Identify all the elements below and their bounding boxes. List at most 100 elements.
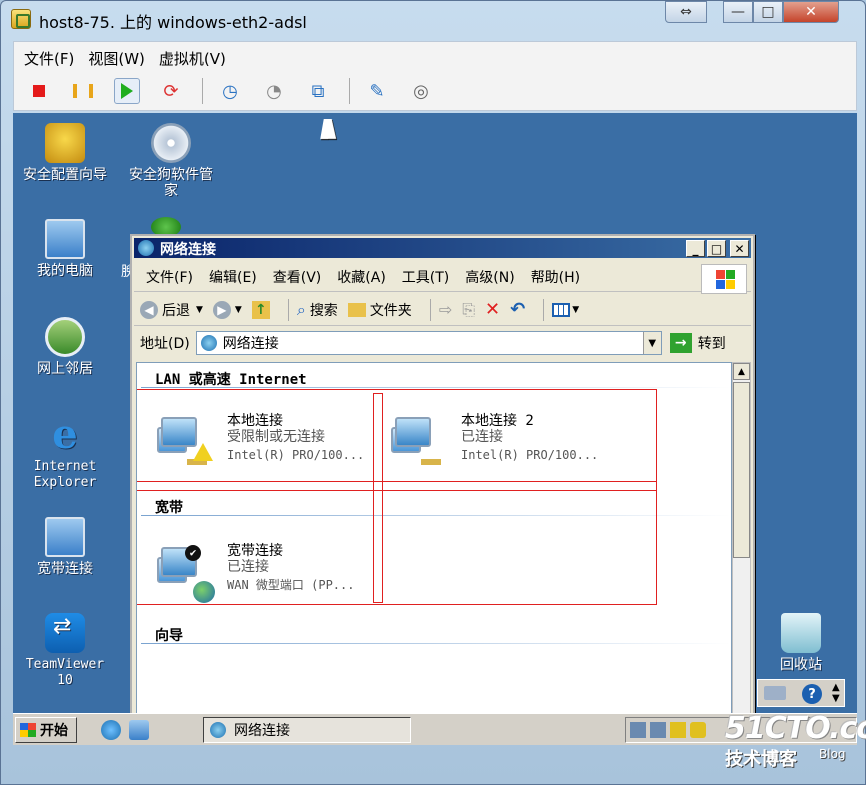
address-value: 网络连接 [222, 336, 279, 352]
safedog-cd-icon [151, 123, 191, 163]
keyboard-icon[interactable] [764, 686, 786, 700]
back-button[interactable]: ◀ 后退 ▼ [140, 300, 203, 320]
taskbar-item-network-connections[interactable]: 网络连接 [203, 717, 411, 743]
forward-button[interactable]: ▶ ▼ [212, 300, 242, 319]
desktop-icon-my-computer[interactable]: 我的电脑 [15, 219, 115, 279]
snapshot-icon[interactable]: ◷ [217, 78, 243, 104]
tray-network-icon[interactable] [630, 722, 646, 738]
scroll-up-icon[interactable]: ▲ [733, 363, 750, 380]
start-button[interactable]: 开始 [15, 717, 77, 743]
vsphere-app-icon [11, 9, 31, 29]
back-label: 后退 [162, 302, 190, 319]
undo-icon: ↶ [510, 299, 526, 320]
power-on-icon[interactable] [114, 78, 140, 104]
ie-icon: e [52, 411, 78, 458]
toolbar-separator [287, 298, 289, 321]
menu-vm[interactable]: 虚拟机(V) [159, 48, 226, 69]
folders-button[interactable]: 文件夹 [347, 300, 412, 320]
watermark-sub: 技术博客 [725, 749, 797, 770]
menu-file[interactable]: 文件(F) [24, 48, 74, 69]
guest-desktop: 安全配置向导 安全狗软件管家 我的电脑 腴 网上邻居 e Internet Ex… [13, 113, 857, 713]
help-icon[interactable]: ? [802, 684, 822, 704]
tray-network-icon[interactable] [650, 722, 666, 738]
go-arrow-icon: → [669, 333, 692, 353]
scroll-thumb[interactable] [733, 382, 750, 558]
broadband-icon [45, 517, 85, 557]
revert-snapshot-icon[interactable]: ◔ [261, 78, 287, 104]
network-connections-icon [138, 240, 154, 256]
host-menubar: 文件(F) 视图(W) 虚拟机(V) ⟳ ◷ ◔ ⧉ ✎ ◎ [13, 41, 857, 111]
menu-advanced[interactable]: 高级(N) [465, 267, 514, 287]
window-titlebar[interactable]: 网络连接 _ □ ✕ [134, 238, 751, 258]
address-input[interactable]: 网络连接 ▼ [195, 331, 662, 355]
vm-settings-icon[interactable]: ✎ [364, 78, 390, 104]
address-dropdown-chevron-down-icon[interactable]: ▼ [642, 332, 661, 354]
close-button[interactable]: ✕ [730, 240, 749, 257]
search-button[interactable]: ⌕ 搜索 [297, 300, 338, 320]
up-folder-button[interactable]: ↑ [251, 300, 270, 319]
chevron-down-icon[interactable]: ▼ [572, 305, 579, 315]
security-wizard-icon [45, 123, 85, 163]
power-off-icon[interactable] [26, 78, 52, 104]
quicklaunch-ie-icon[interactable] [101, 720, 121, 740]
reset-icon[interactable]: ⟳ [158, 78, 184, 104]
views-button[interactable]: ▼ [552, 302, 579, 317]
cd-connect-icon[interactable]: ◎ [408, 78, 434, 104]
folder-icon [347, 302, 366, 317]
views-icon [552, 302, 571, 317]
vertical-scrollbar[interactable]: ▲ ▼ [732, 362, 751, 713]
snapshot-manager-icon[interactable]: ⧉ [305, 78, 331, 104]
go-button[interactable]: → 转到 [669, 333, 726, 353]
tray-shield-icon[interactable] [690, 722, 706, 738]
desktop-icon-broadband[interactable]: 宽带连接 [15, 517, 115, 577]
desktop-icon-safedog[interactable]: 安全狗软件管家 [121, 123, 221, 199]
menu-view[interactable]: 查看(V) [273, 267, 322, 287]
menu-tools[interactable]: 工具(T) [402, 267, 449, 287]
desktop-icon-label: 安全狗软件管家 [129, 167, 213, 199]
watermark-blog: Blog [819, 747, 846, 761]
copy-to-button[interactable]: ⎘ [462, 300, 475, 320]
forward-arrow-icon: ▶ [212, 300, 231, 319]
desktop-icon-recycle-bin[interactable]: 回收站 [751, 613, 851, 673]
network-places-icon [45, 317, 85, 357]
group-divider [141, 643, 731, 644]
menu-help[interactable]: 帮助(H) [531, 267, 580, 287]
host-toolbar: ⟳ ◷ ◔ ⧉ ✎ ◎ [26, 78, 452, 104]
desktop-icon-ie[interactable]: e Internet Explorer [15, 415, 115, 491]
desktop-icon-label: Internet Explorer [33, 459, 97, 490]
maximize-button[interactable]: □ [753, 1, 783, 23]
annotation-box-outer [137, 389, 657, 605]
quicklaunch-desktop-icon[interactable] [129, 720, 149, 740]
group-header-lan: LAN 或高速 Internet [155, 372, 307, 388]
menu-favorites[interactable]: 收藏(A) [337, 267, 386, 287]
move-to-icon: ⇨ [438, 300, 453, 319]
tray-warning-icon[interactable] [670, 722, 686, 738]
desktop-icon-teamviewer[interactable]: TeamViewer 10 [15, 613, 115, 689]
address-label: 地址(D) [140, 336, 190, 352]
move-to-button[interactable]: ⇨ [439, 300, 452, 319]
minimize-button[interactable]: — [723, 1, 753, 23]
maximize-button[interactable]: □ [707, 240, 726, 257]
desktop-icon-network-places[interactable]: 网上邻居 [15, 317, 115, 377]
chevron-down-icon[interactable]: ▼ [235, 305, 242, 315]
menu-view[interactable]: 视图(W) [88, 48, 145, 69]
menu-file[interactable]: 文件(F) [146, 267, 193, 287]
undo-button[interactable]: ↶ [510, 299, 525, 320]
copy-to-icon: ⎘ [462, 299, 476, 319]
desktop-icon-label: 安全配置向导 [23, 167, 107, 183]
menu-edit[interactable]: 编辑(E) [209, 267, 257, 287]
restore-icon[interactable]: ⇔ [665, 1, 707, 23]
recycle-bin-icon [781, 613, 821, 653]
folders-label: 文件夹 [369, 302, 412, 319]
chevron-down-icon[interactable]: ▼ [196, 305, 203, 315]
delete-button[interactable]: ✕ [485, 299, 500, 320]
minimize-button[interactable]: _ [686, 240, 705, 257]
site-watermark: 51CTO.com 技术博客 Blog [719, 711, 866, 771]
suspend-icon[interactable] [70, 78, 96, 104]
network-connections-window: 网络连接 _ □ ✕ 文件(F) 编辑(E) 查看(V) 收藏(A) 工具(T)… [130, 234, 755, 713]
desktop-icon-security-wizard[interactable]: 安全配置向导 [15, 123, 115, 183]
annotation-box-row [137, 481, 657, 491]
langbar-options-icon[interactable]: ▲ ▼ [832, 682, 840, 704]
close-button[interactable]: ✕ [783, 1, 839, 23]
annotation-box-column [373, 393, 383, 603]
